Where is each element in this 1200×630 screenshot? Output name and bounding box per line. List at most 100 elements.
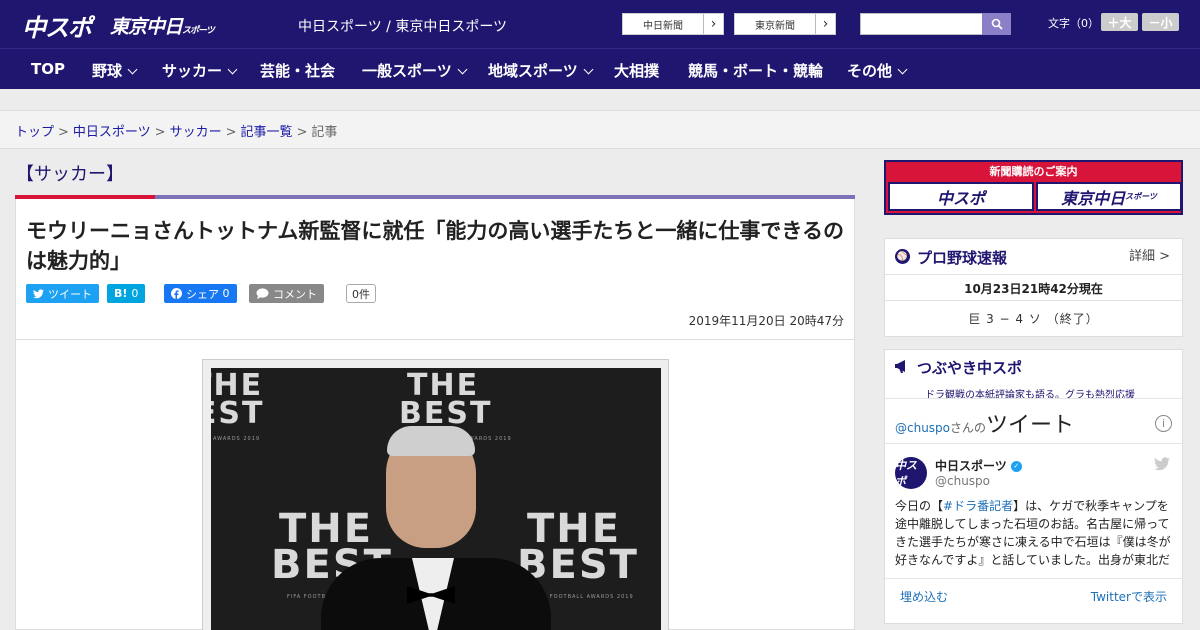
nav-label: 大相撲 <box>614 62 660 80</box>
tokyo-shimbun-button[interactable]: 東京新聞 › <box>734 13 836 35</box>
article-photo[interactable]: THE BEST THE BEST AWARDS 2019 FIFA FOOTB… <box>211 368 661 630</box>
score-updated-time: 10月23日21時42分現在 <box>964 282 1103 296</box>
chunichi-shimbun-button[interactable]: 中日新聞 › <box>622 13 724 35</box>
twitter-bird-icon <box>33 288 44 298</box>
font-size-label: 文字（0） <box>1048 17 1099 30</box>
nav-label: TOP <box>31 60 65 78</box>
ad-strip <box>0 89 1200 111</box>
twitter-bird-icon[interactable] <box>1154 457 1170 471</box>
embed-link[interactable]: 埋め込む <box>900 588 948 605</box>
speech-bubble-icon <box>256 288 269 299</box>
breadcrumb-link-chunichi-sports[interactable]: 中日スポーツ <box>73 125 151 140</box>
twitter-handle-suffix: さんの <box>950 421 987 435</box>
tokyo-chunichi-logo[interactable]: 東京中日スポーツ <box>110 12 215 39</box>
nav-label: 地域スポーツ <box>488 62 578 80</box>
avatar[interactable]: 中スポ <box>895 457 927 489</box>
subscription-banner[interactable]: 新聞購読のご案内 中スポ 東京中日 スポーツ <box>884 160 1183 215</box>
breadcrumb-separator: > <box>225 125 237 140</box>
facebook-icon <box>171 288 182 299</box>
tweet-author-name[interactable]: 中日スポーツ ✓ <box>935 457 1022 474</box>
tweet-hashtag-link[interactable]: #ドラ番記者 <box>943 499 1013 513</box>
site-name[interactable]: 中日スポーツ / 東京中日スポーツ <box>298 16 507 36</box>
chevron-right-icon: › <box>703 14 723 34</box>
breadcrumb-link-top[interactable]: トップ <box>15 125 54 140</box>
comment-count-badge: 0件 <box>346 284 376 303</box>
paper-button-label: 東京新聞 <box>755 20 795 32</box>
breadcrumb-link-soccer[interactable]: サッカー <box>170 125 222 140</box>
article-photo-frame: THE BEST THE BEST AWARDS 2019 FIFA FOOTB… <box>202 359 669 630</box>
nav-item-entertainment[interactable]: 芸能・社会 <box>260 60 335 81</box>
nav-item-baseball[interactable]: 野球 <box>92 60 138 81</box>
comment-label: コメント <box>273 287 317 301</box>
nav-item-racing[interactable]: 競馬・ボート・競輪 <box>688 60 823 81</box>
backdrop-logo-best: BEST <box>211 396 265 431</box>
twitter-embed-heading: ツイート <box>986 413 1075 438</box>
paper-button-label: 中日新聞 <box>643 20 683 32</box>
tweet-button[interactable]: ツイート <box>26 284 99 303</box>
chevron-down-icon <box>227 64 238 75</box>
game-score[interactable]: 巨 3 − 4 ソ （終了） <box>885 310 1182 327</box>
baseball-panel-title: プロ野球速報 <box>917 249 1008 267</box>
breadcrumb-current: 記事 <box>311 125 338 140</box>
main-nav: TOP 野球 サッカー 芸能・社会 一般スポーツ 地域スポーツ 大相撲 競馬・ボ… <box>0 48 1200 89</box>
divider <box>885 443 1182 444</box>
search-input[interactable] <box>860 13 983 35</box>
subscribe-tokyo-chunichi-logo[interactable]: 東京中日 スポーツ <box>1036 182 1182 211</box>
divider <box>885 300 1182 301</box>
chevron-right-icon: › <box>815 14 835 34</box>
article-title: モウリーニョさんトットナム新監督に就任「能力の高い選手たちと一緒に仕事できるのは… <box>26 219 844 273</box>
facebook-share-button[interactable]: シェア 0 <box>164 284 237 303</box>
twitter-handle-link[interactable]: @chuspo <box>895 421 950 435</box>
nav-item-local-sports[interactable]: 地域スポーツ <box>488 60 594 81</box>
twitter-embed-footer: 埋め込む Twitterで表示 <box>885 578 1182 612</box>
subscription-title: 新聞購読のご案内 <box>989 165 1078 178</box>
article-timestamp: 2019年11月20日 20時47分 <box>688 314 844 328</box>
breadcrumb-link-article-list[interactable]: 記事一覧 <box>241 125 293 140</box>
article-body: THE BEST THE BEST AWARDS 2019 FIFA FOOTB… <box>15 340 855 630</box>
tweet-author-name-text: 中日スポーツ <box>935 459 1007 473</box>
breadcrumb: トップ > 中日スポーツ > サッカー > 記事一覧 > 記事 <box>15 121 337 140</box>
tokyo-logo-small: スポーツ <box>182 26 215 36</box>
search-icon <box>991 18 1003 30</box>
hatena-bookmark-button[interactable]: B! 0 <box>107 284 146 303</box>
breadcrumb-bar: トップ > 中日スポーツ > サッカー > 記事一覧 > 記事 <box>0 111 1200 149</box>
nav-item-soccer[interactable]: サッカー <box>162 60 238 81</box>
verified-badge-icon: ✓ <box>1010 461 1022 472</box>
twitter-embed: @chuspoさんのツイート i 中スポ 中日スポーツ ✓ @chuspo 今日の… <box>885 398 1182 578</box>
view-on-twitter-link[interactable]: Twitterで表示 <box>1091 588 1167 605</box>
tweets-panel: つぶやき中スポ ドラ観戦の本紙評論家も語る。グラも熱烈応援 @chuspoさんの… <box>884 349 1183 624</box>
breadcrumb-separator: > <box>58 125 69 140</box>
hatena-icon: B! <box>114 287 128 300</box>
nav-item-top[interactable]: TOP <box>31 60 65 78</box>
tokyo-logo-text: 東京中日 <box>110 16 183 38</box>
nav-label: 芸能・社会 <box>260 62 336 80</box>
info-icon[interactable]: i <box>1155 415 1172 432</box>
nav-item-sumo[interactable]: 大相撲 <box>614 60 659 81</box>
nav-label: サッカー <box>162 62 223 80</box>
subscribe-tokyo-small: スポーツ <box>1125 192 1157 201</box>
article-header: モウリーニョさんトットナム新監督に就任「能力の高い選手たちと一緒に仕事できるのは… <box>15 199 855 340</box>
comment-button[interactable]: コメント <box>249 284 324 303</box>
backdrop-awards-caption: AWARDS 2019 <box>213 436 261 442</box>
nav-label: 一般スポーツ <box>362 62 452 80</box>
breadcrumb-separator: > <box>154 125 166 140</box>
person-hair <box>387 426 475 456</box>
chevron-down-icon <box>127 64 138 75</box>
search-button[interactable] <box>982 13 1011 35</box>
nav-item-general-sports[interactable]: 一般スポーツ <box>362 60 468 81</box>
font-smaller-button[interactable]: －小 <box>1142 13 1179 31</box>
baseball-detail-link[interactable]: 詳細 > <box>1129 245 1170 264</box>
nav-label: 競馬・ボート・競輪 <box>688 62 824 80</box>
font-larger-button[interactable]: ＋大 <box>1101 13 1138 31</box>
chuspo-logo[interactable]: 中スポ <box>22 8 92 43</box>
chevron-down-icon <box>457 64 468 75</box>
article-category: 【サッカー】 <box>16 164 124 185</box>
subscribe-chuspo-logo[interactable]: 中スポ <box>888 182 1034 211</box>
tweet-label: ツイート <box>48 287 92 301</box>
backdrop-logo-best: BEST <box>399 396 493 431</box>
chevron-down-icon <box>583 64 594 75</box>
baseball-score-panel: ⚾ プロ野球速報 詳細 > 10月23日21時42分現在 巨 3 − 4 ソ （… <box>884 238 1183 337</box>
tweet-author-handle[interactable]: @chuspo <box>935 474 990 488</box>
facebook-share-label: シェア <box>186 287 219 301</box>
nav-item-other[interactable]: その他 <box>847 60 908 81</box>
